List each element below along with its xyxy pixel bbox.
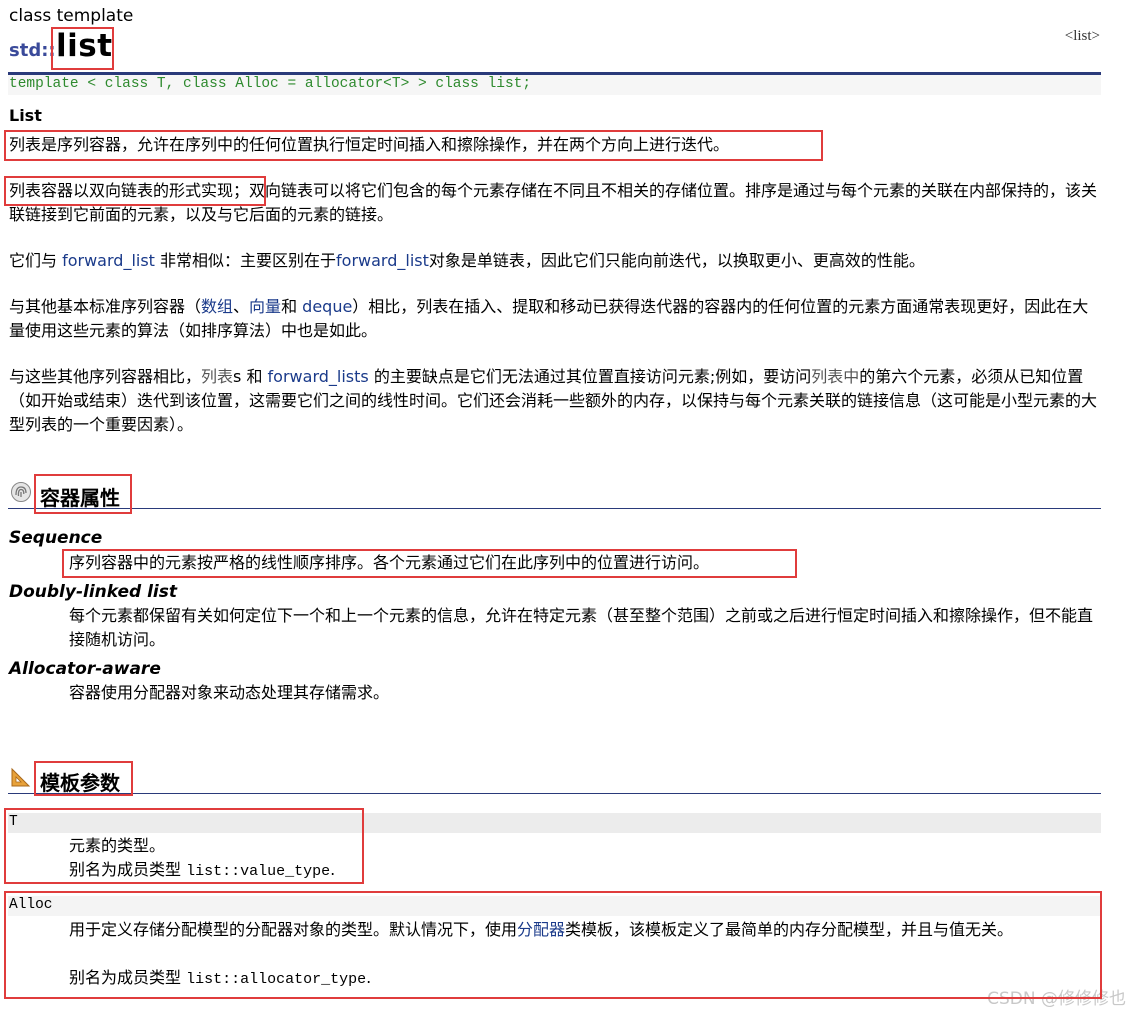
intro-paragraph-1: 列表是序列容器，允许在序列中的任何位置执行恒定时间插入和擦除操作，并在两个方向上… <box>9 135 730 154</box>
param-T-desc: 元素的类型。 <box>69 836 166 855</box>
template-parameters-heading: 模板参数 <box>40 771 120 795</box>
forward-list-link[interactable]: forward_list <box>62 251 155 270</box>
value-type-code: list::value_type <box>186 863 331 880</box>
property-term-allocator-aware: Allocator-aware <box>9 659 161 679</box>
param-T-alias: 别名为成员类型 list::value_type. <box>69 860 336 880</box>
property-term-doubly-linked-list: Doubly-linked list <box>9 582 177 602</box>
param-name-T: T <box>9 814 18 830</box>
array-link[interactable]: 数组 <box>201 297 233 316</box>
intro-paragraph-4: 与其他基本标准序列容器（数组、向量和 deque）相比，列表在插入、提取和移动已… <box>9 297 1089 340</box>
param-name-Alloc: Alloc <box>9 897 53 913</box>
list-code-term-2: 列表中 <box>811 367 860 386</box>
param-Alloc-desc: 用于定义存储分配模型的分配器对象的类型。默认情况下，使用分配器类模板，该模板定义… <box>69 920 1014 939</box>
list-code-term: 列表 <box>201 367 234 386</box>
section-divider <box>8 508 1101 509</box>
vector-link[interactable]: 向量 <box>249 297 281 316</box>
watermark: CSDN @修修修也 <box>987 989 1126 1009</box>
declaration-kind: class template <box>9 6 134 26</box>
forward-lists-link[interactable]: forward_lists <box>268 367 369 386</box>
deque-link[interactable]: deque <box>302 297 352 316</box>
intro-paragraph-2: 列表容器以双向链表的形式实现；双向链表可以将它们包含的每个元素存储在不同且不相关… <box>9 181 1098 224</box>
section-divider-2 <box>8 793 1101 794</box>
header-file-link[interactable]: <list> <box>1065 28 1100 45</box>
fingerprint-icon <box>11 482 31 502</box>
allocator-type-code: list::allocator_type <box>186 971 367 988</box>
container-properties-heading: 容器属性 <box>40 486 120 510</box>
page-title: list <box>56 28 113 64</box>
param-bar-Alloc <box>8 896 1101 916</box>
namespace-label: std:: <box>9 40 56 61</box>
param-Alloc-alias: 别名为成员类型 list::allocator_type. <box>69 968 372 988</box>
property-term-sequence: Sequence <box>9 528 103 548</box>
intro-paragraph-3: 它们与 forward_list 非常相似：主要区别在于forward_list… <box>9 251 925 270</box>
set-square-icon <box>11 767 31 787</box>
property-desc-allocator-aware: 容器使用分配器对象来动态处理其存储需求。 <box>69 683 390 702</box>
template-declaration: template < class T, class Alloc = alloca… <box>9 76 532 92</box>
param-bar-T <box>8 813 1101 833</box>
property-desc-doubly-linked-list: 每个元素都保留有关如何定位下一个和上一个元素的信息，允许在特定元素（甚至整个范围… <box>69 606 1094 649</box>
intro-paragraph-5: 与这些其他序列容器相比，列表s 和 forward_lists 的主要缺点是它们… <box>9 367 1098 434</box>
intro-heading: List <box>9 106 42 125</box>
forward-list-link-2[interactable]: forward_list <box>336 251 429 270</box>
allocator-link[interactable]: 分配器 <box>517 920 565 939</box>
property-desc-sequence: 序列容器中的元素按严格的线性顺序排序。各个元素通过它们在此序列中的位置进行访问。 <box>69 553 710 572</box>
